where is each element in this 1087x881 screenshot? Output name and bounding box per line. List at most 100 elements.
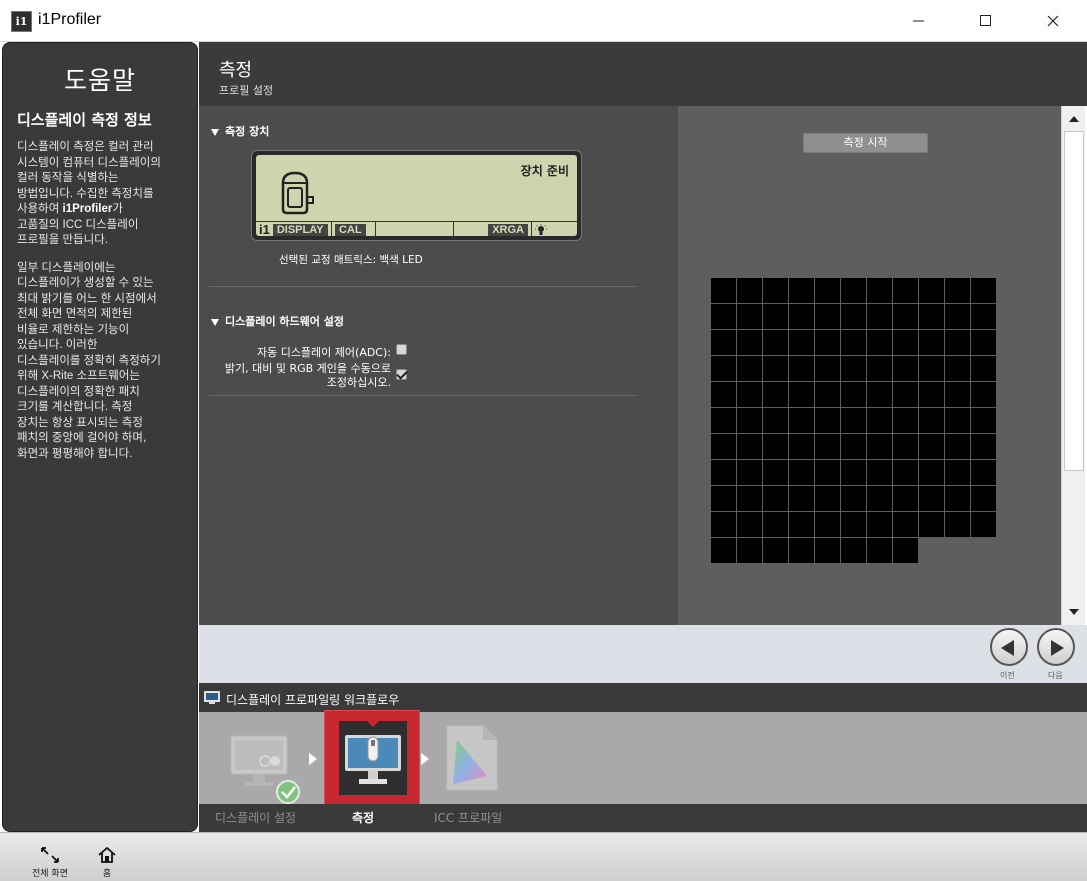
lcd-light-cell [532,222,577,237]
workflow-step-labels: 디스플레이 설정 측정 ICC 프로파일 [199,804,1087,832]
measurement-patch [945,278,970,303]
measurement-patch [919,382,944,407]
step-label-display-settings[interactable]: 디스플레이 설정 [215,809,296,826]
minimize-button[interactable] [896,0,942,42]
measurement-patch [867,356,892,381]
maximize-button[interactable] [963,0,1009,42]
help-line: 시스템이 컴퓨터 디스플레이의 [17,156,161,169]
measurement-patch [737,382,762,407]
measurement-patch [815,408,840,433]
navigation-bar: 이전 다음 [199,625,1087,683]
measurement-patch [815,434,840,459]
measurement-patch [893,460,918,485]
measurement-patch [893,382,918,407]
measurement-patch [945,486,970,511]
workflow-header: 디스플레이 프로파일링 워크플로우 [199,683,1087,712]
adc-checkbox[interactable] [396,344,407,355]
cal-tag: CAL [335,223,366,236]
start-measurement-button[interactable]: 측정 시작 [803,133,928,153]
workflow-steps [199,710,1087,805]
workflow-title: 디스플레이 프로파일링 워크플로우 [226,693,400,707]
measurement-patch [789,538,814,563]
help-line: 크기를 계산합니다. 측정 [17,401,133,413]
measurement-patch [815,304,840,329]
close-button[interactable] [1030,0,1076,42]
previous-label: 이전 [1000,671,1015,680]
measurement-patch [893,408,918,433]
device-section-header[interactable]: 측정 장치 [211,123,269,139]
hardware-section-header[interactable]: 디스플레이 하드웨어 설정 [211,313,344,329]
section-divider [209,395,637,396]
measurement-patch [841,434,866,459]
measurement-patch [919,278,944,303]
measurement-patch [789,434,814,459]
adc-label: 자동 디스플레이 제어(ADC): [256,346,391,359]
measurement-patch [971,382,996,407]
next-button[interactable] [1037,628,1075,666]
help-paragraph-2: 일부 디스플레이에는 디스플레이가 생성할 수 있는 최대 밝기를 어느 한 시… [17,261,183,463]
measurement-patch [841,382,866,407]
measurement-patch [815,486,840,511]
device-status: 장치 준비 [520,164,569,178]
measurement-patch [893,304,918,329]
help-line: 전체 화면 면적의 제한된 [17,308,133,320]
scroll-up-button[interactable] [1062,108,1086,130]
collapse-triangle-icon [211,128,219,136]
measurement-patch [971,304,996,329]
measurement-patch [763,460,788,485]
measurement-patch [789,408,814,433]
measurement-patch [867,304,892,329]
collapse-triangle-icon [211,318,219,326]
measurement-patch [893,434,918,459]
measurement-patch [893,356,918,381]
measurement-patch [971,512,996,537]
measurement-patch [945,356,970,381]
page-subtitle: 프로필 설정 [219,84,274,97]
display-settings-step-icon[interactable] [229,732,305,804]
measurement-patch [789,486,814,511]
measurement-patch [971,460,996,485]
measurement-patch [919,512,944,537]
help-line: 위해 X-Rite 소프트웨어는 [17,370,140,382]
scroll-thumb[interactable] [1064,131,1084,471]
measurement-patch [711,512,736,537]
fullscreen-button[interactable]: 전체 화면 [32,847,68,879]
lcd-mode-cell: XRGA [454,222,532,237]
measurement-patch [919,486,944,511]
measurement-patch [893,512,918,537]
close-icon [1047,15,1059,27]
measurement-patch [945,434,970,459]
measurement-patch [841,538,866,563]
monitor-icon [204,691,220,704]
page-title: 측정 [219,60,253,81]
scroll-down-button[interactable] [1062,601,1086,623]
step-label-measurement[interactable]: 측정 [352,809,374,826]
step-label-icc-profile[interactable]: ICC 프로파일 [434,809,502,826]
measurement-patch [867,460,892,485]
icc-profile-step-icon[interactable] [443,724,501,792]
measurement-patch [919,356,944,381]
previous-button[interactable] [990,628,1028,666]
help-line: 프로필을 만듭니다. [17,234,109,246]
brand-display: DISPLAY [272,223,328,236]
measurement-patch [789,460,814,485]
home-button[interactable]: 홈 [98,846,116,879]
fullscreen-icon [41,847,59,863]
app-logo-icon: i1 [11,11,32,32]
help-line: 화면과 평평해야 합니다. [17,447,133,460]
help-line: 디스플레이를 정확히 측정하기 [17,354,161,367]
manual-adjust-label: 밝기, 대비 및 RGB 게인을 수동으로 조정하십시오. [225,362,391,390]
measurement-patch [971,330,996,355]
measurement-step-icon [339,721,407,795]
help-app-name: i1Profiler [62,203,113,215]
measurement-patch [893,486,918,511]
maximize-icon [980,15,991,26]
measurement-preview: 측정 시작 [678,106,1061,625]
measurement-patch [971,278,996,303]
measurement-patch-grid [711,278,997,564]
help-line: 있습니다. 이러한 [17,339,98,351]
measurement-patch [867,382,892,407]
vertical-scrollbar[interactable] [1061,106,1085,625]
manual-adjust-checkbox[interactable] [396,369,407,380]
measurement-step-active[interactable] [324,710,420,805]
